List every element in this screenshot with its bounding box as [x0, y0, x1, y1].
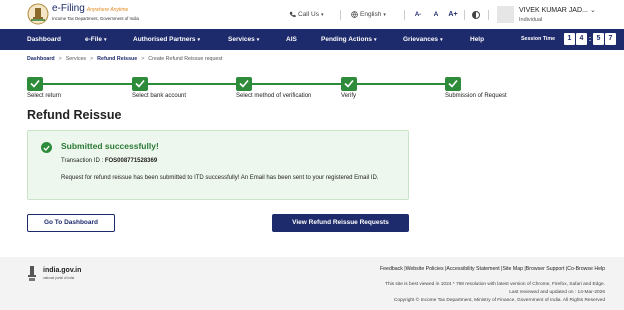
timer-digit: 4 [576, 33, 587, 45]
footer-links: Feedback |Website Policies |Accessibilit… [380, 266, 605, 272]
nav-pending-actions[interactable]: Pending Actions ▾ [321, 29, 377, 50]
step-label: Select method of verification [236, 93, 312, 99]
divider [488, 10, 489, 20]
font-increase-button[interactable]: A+ [447, 9, 459, 21]
nav-ais[interactable]: AIS [286, 29, 297, 50]
copyright: Copyright © Income Tax Department, Minis… [393, 298, 605, 303]
call-us-menu[interactable]: Call Us ▾ [289, 11, 323, 18]
session-timer: 1 4 : 5 7 [564, 33, 616, 45]
nav-help[interactable]: Help [470, 29, 484, 50]
nav-grievances-label: Grievances [403, 36, 439, 43]
call-us-label: Call Us [298, 11, 319, 18]
nav-services[interactable]: Services ▾ [228, 29, 259, 50]
nav-dashboard-label: Dashboard [27, 36, 61, 43]
breadcrumb-services: Services [65, 56, 87, 62]
breadcrumb-dashboard[interactable]: Dashboard [27, 56, 55, 62]
chevron-down-icon: ▾ [256, 37, 260, 43]
user-name[interactable]: VIVEK KUMAR JAD... [519, 7, 588, 14]
contrast-toggle-icon[interactable] [472, 11, 480, 19]
transaction-id: Transaction ID : FOS008771528369 [61, 158, 157, 164]
user-menu-chevron-icon[interactable]: ⌄ [590, 6, 596, 14]
logo-title: e-Filing [52, 3, 85, 14]
avatar[interactable] [497, 6, 514, 23]
emblem-icon [27, 3, 49, 25]
best-viewed-note: This site is best viewed in 1024 * 768 r… [385, 282, 605, 287]
success-card: Submitted successfully! Transaction ID :… [27, 130, 409, 200]
last-updated: Last reviewed and updated on : 14-Mar-20… [509, 290, 605, 295]
national-emblem-icon [28, 266, 36, 281]
timer-colon: : [588, 35, 592, 43]
chevron-down-icon: ▾ [440, 37, 443, 43]
divider [404, 10, 405, 20]
nav-dashboard[interactable]: Dashboard [27, 29, 61, 50]
chevron-down-icon: ▾ [374, 37, 377, 43]
timer-digit: 5 [593, 33, 604, 45]
nav-grievances[interactable]: Grievances ▾ [403, 29, 443, 50]
footer-link-site-map[interactable]: Site Map [503, 266, 523, 272]
chevron-down-icon: ▾ [103, 37, 107, 43]
success-check-icon [41, 142, 52, 153]
footer-link-co-browse-help[interactable]: Co-Browse Help [567, 266, 605, 272]
globe-icon [351, 11, 358, 18]
step-complete-check-icon [236, 77, 252, 91]
divider [464, 10, 465, 20]
language-selector[interactable]: English ▾ [351, 11, 386, 18]
chevron-right-icon: > [90, 56, 94, 62]
nav-e-file-label: e-File [85, 36, 102, 43]
footer: india.gov.in national portal of india Fe… [0, 257, 624, 310]
phone-icon [289, 11, 296, 18]
success-message: Request for refund reissue has been subm… [61, 175, 379, 181]
chevron-down-icon: ▾ [197, 37, 201, 43]
footer-link-accessibility[interactable]: Accessibility Statement [446, 266, 499, 272]
breadcrumb: Dashboard > Services > Refund Reissue > … [27, 56, 223, 62]
language-label: English [360, 11, 382, 18]
step-label: Select bank account [132, 93, 187, 99]
nav-authorised-partners-label: Authorised Partners [133, 36, 196, 43]
breadcrumb-refund-reissue[interactable]: Refund Reissue [97, 56, 137, 62]
user-role: Individual [519, 17, 543, 23]
nav-help-label: Help [470, 36, 485, 43]
nav-authorised-partners[interactable]: Authorised Partners ▾ [133, 29, 200, 50]
logo-tagline: Anywhere Anytime [86, 7, 129, 13]
page-title: Refund Reissue [27, 108, 122, 122]
chevron-down-icon: ▾ [383, 11, 386, 18]
timer-digit: 7 [605, 33, 616, 45]
breadcrumb-current: Create Refund Reissue request [148, 56, 223, 62]
chevron-down-icon: ▾ [320, 11, 324, 18]
transaction-id-label: Transaction ID : [61, 158, 104, 164]
step-complete-check-icon [132, 77, 148, 91]
step-label: Submission of Request [445, 93, 507, 99]
nav-e-file[interactable]: e-File ▾ [85, 29, 107, 50]
india-gov-subtitle: national portal of india [43, 276, 75, 280]
step-complete-check-icon [27, 77, 43, 91]
footer-link-browser-support[interactable]: Browser Support [526, 266, 565, 272]
efiling-logo[interactable]: e-Filing Anywhere Anytime Income Tax Depa… [27, 3, 157, 25]
chevron-right-icon: > [58, 56, 62, 62]
india-gov-logo[interactable]: india.gov.in [43, 267, 81, 274]
step-label: Verify [341, 93, 357, 99]
session-time-label: Session Time [521, 36, 556, 42]
footer-link-website-policies[interactable]: Website Policies [406, 266, 444, 272]
divider [340, 10, 341, 20]
nav-pending-actions-label: Pending Actions [321, 36, 373, 43]
go-to-dashboard-button[interactable]: Go To Dashboard [27, 214, 115, 232]
nav-ais-label: AIS [286, 36, 297, 43]
font-decrease-button[interactable]: A- [412, 9, 424, 21]
transaction-id-value: FOS008771528369 [104, 158, 158, 164]
chevron-right-icon: > [141, 56, 145, 62]
top-header: e-Filing Anywhere Anytime Income Tax Depa… [0, 0, 624, 29]
footer-link-feedback[interactable]: Feedback [380, 266, 403, 272]
font-normal-button[interactable]: A [430, 9, 442, 21]
step-complete-check-icon [445, 77, 461, 91]
success-title: Submitted successfully! [61, 141, 159, 151]
step-complete-check-icon [341, 77, 357, 91]
logo-subtitle: Income Tax Department, Government of Ind… [52, 16, 139, 21]
step-label: Select return [27, 93, 62, 99]
timer-digit: 1 [564, 33, 575, 45]
main-nav: Dashboard e-File ▾ Authorised Partners ▾ S… [0, 29, 624, 50]
view-refund-reissue-requests-button[interactable]: View Refund Reissue Requests [272, 214, 409, 232]
nav-services-label: Services [228, 36, 255, 43]
